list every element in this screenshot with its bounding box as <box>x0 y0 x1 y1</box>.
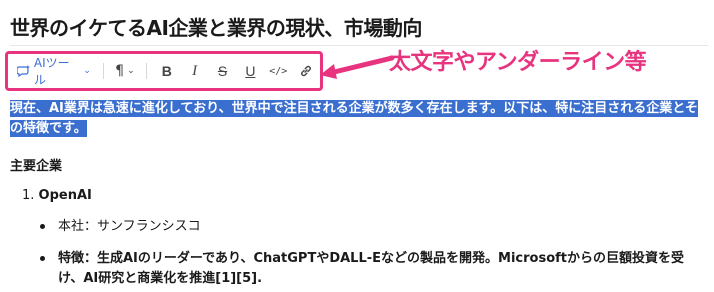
strikethrough-button[interactable]: S <box>209 58 237 84</box>
bullet-item: 特徴：生成AIのリーダーであり、ChatGPTやDALL-Eなどの製品を開発。M… <box>40 249 704 291</box>
annotation-callout: 太文字やアンダーライン等 <box>389 50 647 75</box>
link-button[interactable] <box>292 58 320 84</box>
list-item-name: OpenAI <box>38 188 92 203</box>
paragraph-style-dropdown[interactable]: ¶ ⌄ <box>110 58 140 84</box>
bullet-dot <box>40 224 45 229</box>
underline-icon: U <box>245 63 256 79</box>
bullet-dot <box>40 256 45 261</box>
strikethrough-icon: S <box>217 63 228 79</box>
format-toolbar: AIツール ⌄ ¶ ⌄ B I S U </> <box>5 51 323 91</box>
link-icon <box>301 65 312 77</box>
bullet-text: 特徴：生成AIのリーダーであり、ChatGPTやDALL-Eなどの製品を開発。M… <box>58 251 684 286</box>
code-button[interactable]: </> <box>264 58 292 84</box>
chevron-down-icon: ⌄ <box>83 66 91 76</box>
list-item: 1. OpenAI <box>22 188 92 203</box>
paragraph-icon: ¶ <box>115 63 125 79</box>
selected-text: 現在、AI業界は急速に進化しており、世界中で注目される企業が数多く存在します。以… <box>10 100 698 137</box>
bullet-text: 本社：サンフランシスコ <box>58 219 201 234</box>
ai-tools-dropdown[interactable]: AIツール ⌄ <box>17 56 97 87</box>
italic-icon: I <box>192 62 198 79</box>
chevron-down-icon: ⌄ <box>127 66 135 76</box>
annotation-arrow <box>320 55 395 79</box>
list-item-number: 1. <box>22 188 35 203</box>
code-icon: </> <box>269 65 288 77</box>
toolbar-separator <box>102 63 104 79</box>
ai-sparkle-icon <box>17 65 30 78</box>
ai-tools-label: AIツール <box>33 56 70 87</box>
intro-paragraph[interactable]: 現在、AI業界は急速に進化しており、世界中で注目される企業が数多く存在します。以… <box>10 99 704 139</box>
section-heading: 主要企業 <box>10 159 63 174</box>
underline-button[interactable]: U <box>236 58 264 84</box>
toolbar-buttons: AIツール ⌄ ¶ ⌄ B I S U </> <box>17 56 320 87</box>
italic-button[interactable]: I <box>181 58 209 84</box>
document-title: 世界のイケてるAI企業と業界の現状、市場動向 <box>10 16 422 40</box>
bold-icon: B <box>161 63 172 79</box>
bullet-item: 本社：サンフランシスコ <box>40 217 700 237</box>
bold-button[interactable]: B <box>153 58 181 84</box>
toolbar-separator <box>145 63 147 79</box>
